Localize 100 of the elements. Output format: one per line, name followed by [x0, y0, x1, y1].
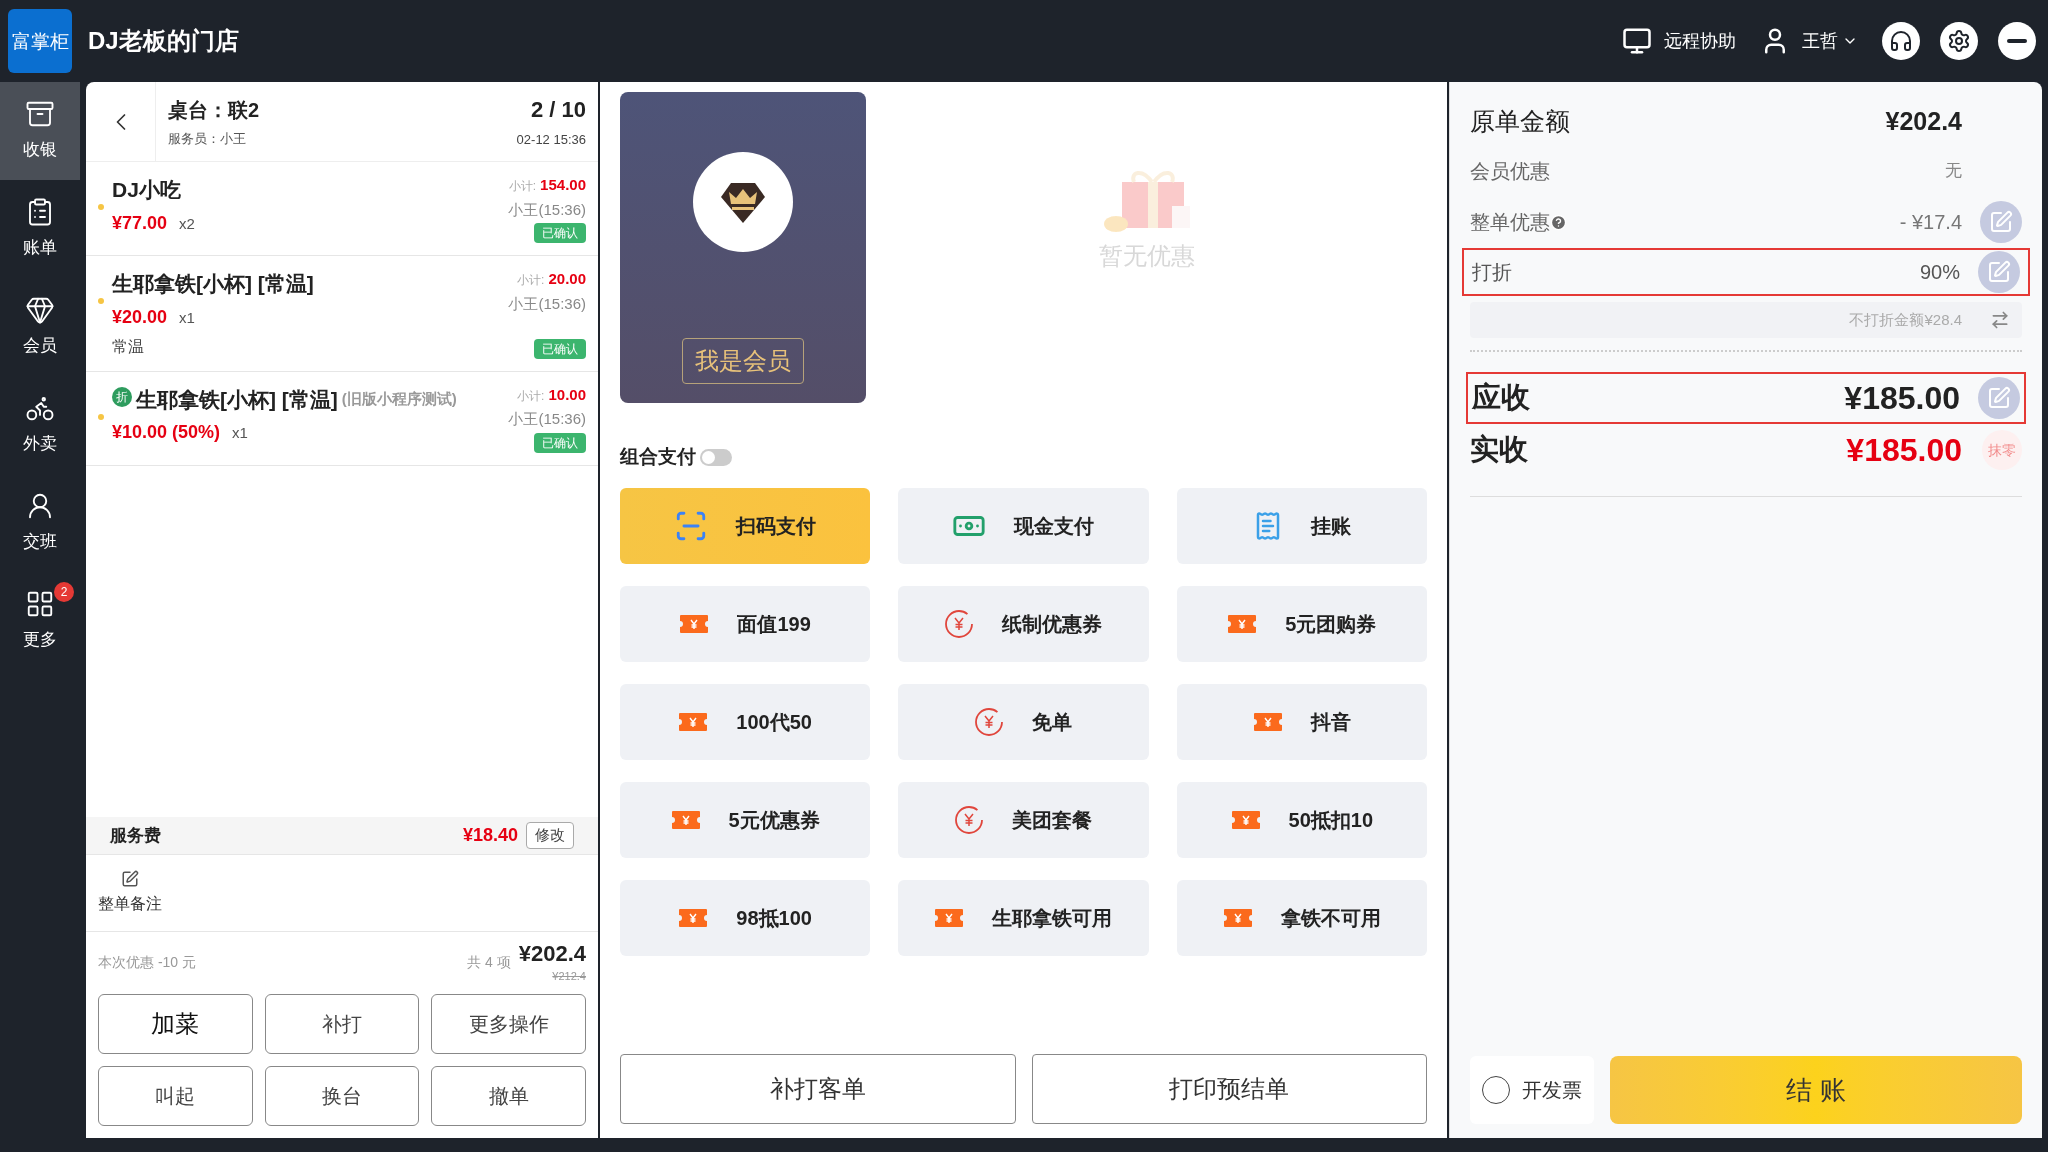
status-tag: 已确认: [534, 223, 586, 243]
sidebar-item[interactable]: 更多 2: [0, 572, 80, 670]
settings-button[interactable]: [1940, 22, 1978, 60]
swap-icon[interactable]: [1990, 310, 2010, 330]
ticket-icon: [934, 907, 965, 928]
sidebar-item[interactable]: 外卖: [0, 376, 80, 474]
order-action-button[interactable]: 换台: [264, 1066, 420, 1126]
edit-button[interactable]: [1980, 201, 2022, 243]
minimize-button[interactable]: [1998, 22, 2036, 60]
sidebar-item[interactable]: 收银: [0, 82, 80, 180]
order-action-button[interactable]: 叫起: [98, 1066, 253, 1126]
receivable-amount: ¥185.00: [1844, 379, 1960, 418]
subtotal-amount: 10.00: [548, 384, 586, 405]
combo-pay-toggle[interactable]: [700, 448, 732, 466]
order-action-button[interactable]: 更多操作: [431, 994, 586, 1054]
coin-icon: [944, 608, 975, 639]
member-discount-label: 会员优惠: [1470, 159, 1551, 184]
order-action-button[interactable]: 加菜: [98, 994, 253, 1054]
order-item[interactable]: DJ小吃 ¥77.00 x2 小计: 154.00 小王(15:36) 已确认: [86, 162, 598, 256]
support-button[interactable]: [1882, 22, 1920, 60]
edit-fee-button[interactable]: 修改: [526, 822, 574, 849]
monitor-icon[interactable]: [1622, 26, 1652, 56]
payment-method-button[interactable]: 现金支付: [898, 487, 1149, 564]
payment-method-button[interactable]: 免单: [898, 683, 1149, 760]
item-quantity: x1: [179, 307, 195, 328]
payment-method-button[interactable]: 纸制优惠券: [898, 585, 1149, 662]
member-discount-value: 无: [1945, 160, 1962, 183]
ticket-icon: [1227, 613, 1258, 634]
settings-icon: [1947, 29, 1971, 53]
remote-help-link[interactable]: 远程协助: [1664, 27, 1736, 55]
payment-method-button[interactable]: 挂账: [1176, 487, 1427, 564]
non-discount-amount: 不打折金额¥28.4: [1849, 309, 1962, 330]
subtotal-label: 小计:: [517, 387, 545, 405]
staff-time: 小王(15:36): [508, 409, 586, 429]
status-tag: 已确认: [534, 432, 586, 453]
item-price: ¥10.00 (50%): [112, 421, 221, 444]
user-menu[interactable]: 王哲: [1802, 27, 1858, 55]
order-discount-label: 整单优惠: [1470, 210, 1550, 235]
diamond-icon: [25, 295, 55, 326]
payment-method-button[interactable]: 面值199: [620, 585, 871, 662]
payment-method-button[interactable]: 抖音: [1176, 683, 1427, 760]
edit-button[interactable]: [1978, 251, 2020, 293]
edit-icon: [121, 870, 139, 888]
member-login-button[interactable]: 我是会员: [682, 338, 804, 384]
receivable-label: 应收: [1472, 380, 1531, 416]
staff-time: 小王(15:36): [508, 199, 586, 220]
original-total: ¥212.4: [552, 968, 586, 984]
edit-button[interactable]: [1978, 377, 2020, 419]
print-button[interactable]: 补打客单: [620, 1054, 1016, 1124]
item-note: 常温: [112, 336, 145, 357]
payment-method-button[interactable]: 拿铁不可用: [1176, 879, 1427, 956]
order-time: 02-12 15:36: [516, 131, 586, 150]
payment-method-button[interactable]: 100代50: [620, 683, 871, 760]
order-note-button[interactable]: 整单备注: [94, 870, 166, 916]
member-card[interactable]: 我是会员: [620, 92, 866, 403]
order-item[interactable]: 生耶拿铁[小杯] [常温] ¥20.00 x1 常温 小计: 20.00 小王(15:36) 已确认: [86, 256, 598, 372]
original-amount-label: 原单金额: [1470, 106, 1571, 138]
service-fee-amount: ¥18.40: [462, 824, 518, 847]
payment-method-button[interactable]: 98抵100: [620, 879, 871, 956]
item-count: 共 4 项: [467, 953, 511, 972]
payment-method-button[interactable]: 50抵扣10: [1176, 781, 1427, 858]
discount-rate-value: 90%: [1919, 260, 1960, 285]
subtotal-label: 小计:: [508, 178, 537, 195]
edit-icon: [1987, 260, 2011, 284]
item-name: 生耶拿铁[小杯] [常温]: [136, 386, 338, 413]
help-icon[interactable]: [1550, 213, 1567, 231]
item-price: ¥20.00: [112, 305, 168, 329]
toggle-knob: [702, 450, 715, 464]
print-button[interactable]: 打印预结单: [1031, 1054, 1427, 1124]
discount-summary: 本次优惠 -10 元: [98, 953, 197, 972]
ticket-icon: [1252, 711, 1283, 732]
table-name: 桌台：联2: [168, 97, 261, 123]
sidebar-item[interactable]: 交班: [0, 474, 80, 572]
order-discount-value: - ¥17.4: [1899, 210, 1962, 235]
subtotal-amount: 20.00: [548, 269, 586, 289]
payment-method-button[interactable]: 5元团购券: [1176, 585, 1427, 662]
payment-method-button[interactable]: 生耶拿铁可用: [898, 879, 1149, 956]
service-fee-label: 服务费: [110, 824, 162, 847]
discount-rate-label: 打折: [1472, 260, 1513, 285]
sidebar-item[interactable]: 账单: [0, 180, 80, 278]
checkout-button[interactable]: 结 账: [1610, 1056, 2022, 1124]
order-total: ¥202.4: [518, 940, 586, 968]
invoice-checkbox[interactable]: 开发票: [1470, 1056, 1594, 1124]
headset-icon: [1889, 29, 1913, 53]
minimize-icon: [2007, 39, 2027, 43]
staff-time: 小王(15:36): [508, 293, 586, 314]
payment-method-button[interactable]: 扫码支付: [620, 487, 871, 564]
order-action-button[interactable]: 补打: [264, 994, 420, 1054]
ticket-icon: [679, 613, 710, 634]
payment-method-button[interactable]: 5元优惠券: [620, 781, 871, 858]
notification-badge: 2: [54, 582, 74, 602]
sidebar-item[interactable]: 会员: [0, 278, 80, 376]
ticket-icon: [1222, 907, 1253, 928]
subtotal-label: 小计:: [517, 272, 545, 289]
order-item[interactable]: 折 生耶拿铁[小杯] [常温] (旧版小程序测试) ¥10.00 (50%) x1 小计: 10.00 小王(15:36) 已确认: [86, 371, 598, 466]
order-action-button[interactable]: 撤单: [431, 1066, 586, 1126]
discount-badge: 折: [112, 386, 132, 407]
store-name: DJ老板的门店: [88, 26, 239, 56]
payment-method-button[interactable]: 美团套餐: [898, 781, 1149, 858]
page-counter: 2 / 10: [530, 96, 586, 125]
